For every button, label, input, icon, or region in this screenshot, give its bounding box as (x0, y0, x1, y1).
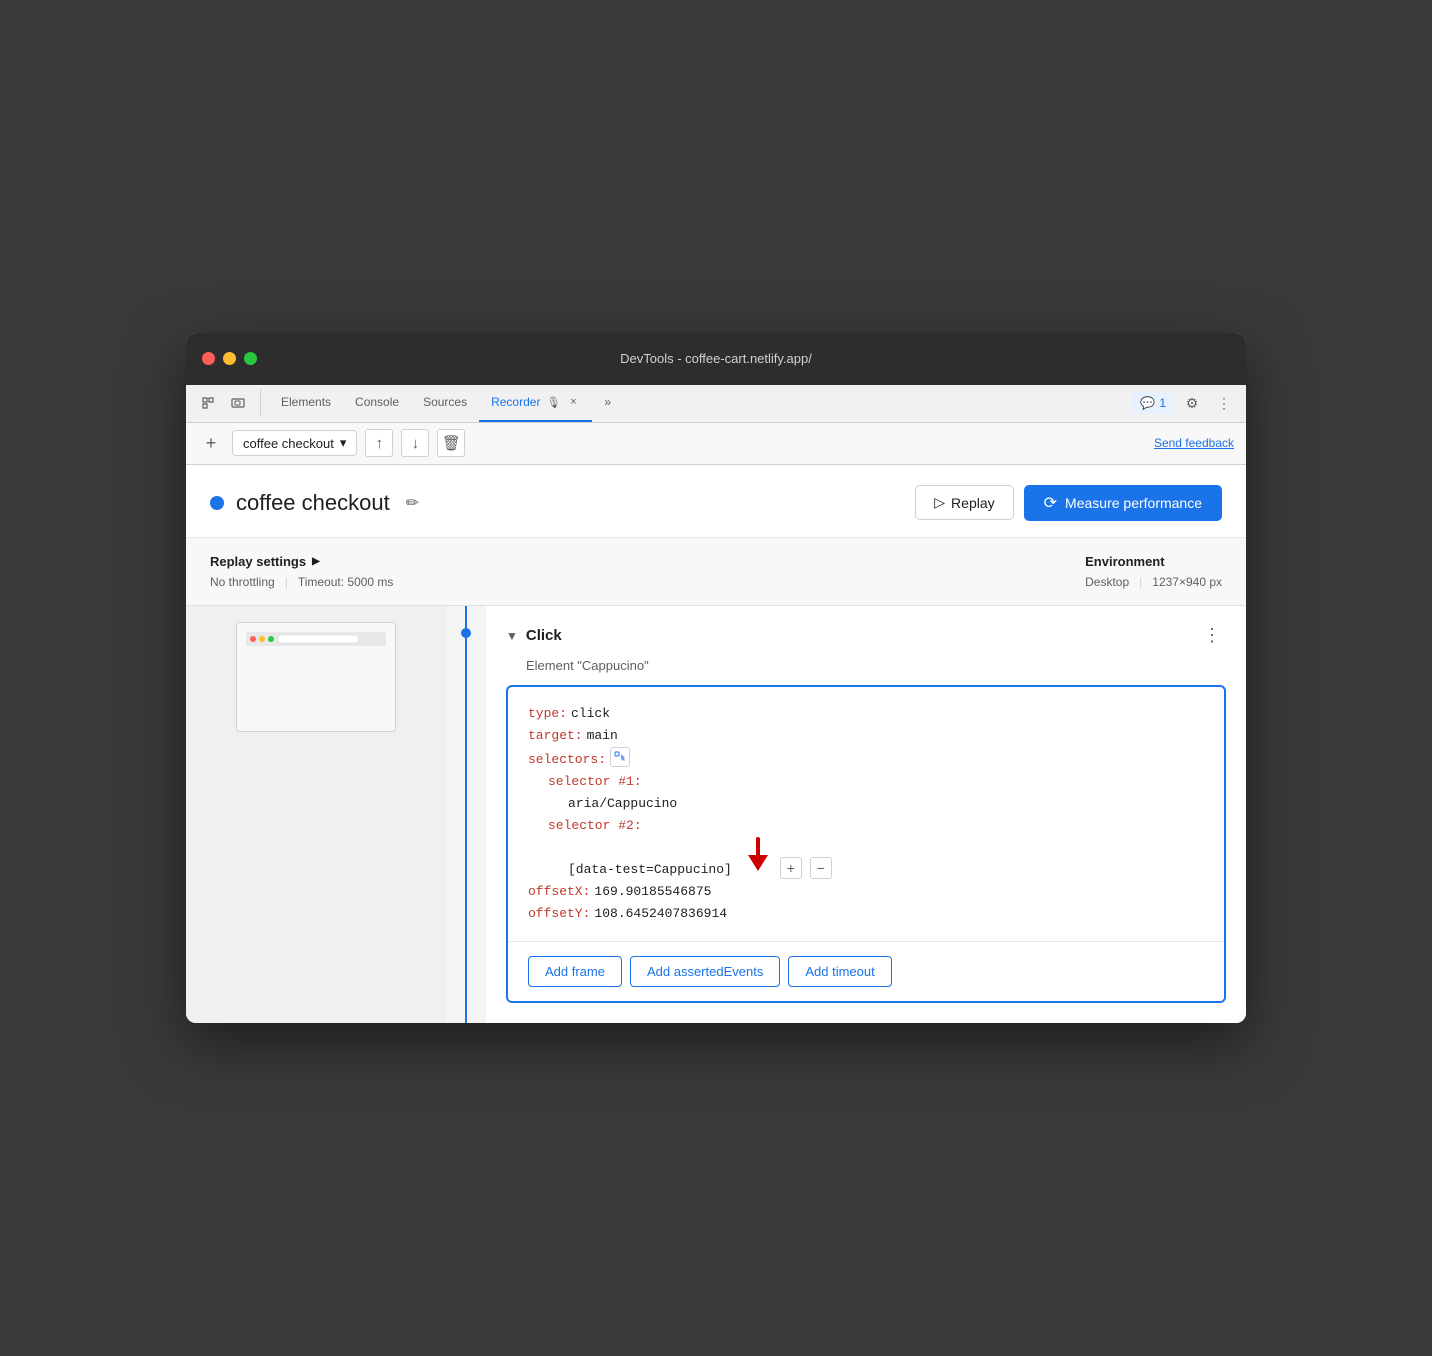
selector-picker-icon[interactable] (610, 747, 630, 767)
step-chevron-icon[interactable]: ▼ (506, 629, 518, 643)
code-offsetY-line: offsetY: 108.6452407836914 (528, 903, 1204, 925)
device-toolbar-icon[interactable] (224, 389, 252, 417)
code-selectors-line: selectors: (528, 747, 1204, 771)
chat-icon: 💬 (1140, 396, 1155, 410)
env-divider: | (1139, 575, 1142, 589)
title-bar: DevTools - coffee-cart.netlify.app/ (186, 333, 1246, 385)
bottom-spacer (506, 1003, 1226, 1023)
dropdown-chevron-icon: ▾ (340, 435, 347, 451)
more-icon-button[interactable]: ⋮ (1210, 389, 1238, 417)
window-title: DevTools - coffee-cart.netlify.app/ (620, 351, 812, 366)
plus-icon: + (206, 433, 217, 454)
more-vertical-icon: ⋮ (1217, 395, 1231, 412)
devtools-window: DevTools - coffee-cart.netlify.app/ Elem… (186, 333, 1246, 1024)
performance-icon: ⟳ (1044, 493, 1057, 513)
tab-console[interactable]: Console (343, 384, 411, 422)
feedback-badge-button[interactable]: 💬 1 (1132, 392, 1174, 414)
gear-icon: ⚙ (1186, 395, 1199, 412)
timeline-dot (461, 628, 471, 638)
add-timeout-button[interactable]: Add timeout (788, 956, 891, 987)
traffic-lights (202, 352, 257, 365)
devtools-tabs: Elements Console Sources Recorder 🎙 × » … (186, 385, 1246, 423)
step-thumbnail (236, 622, 396, 732)
code-selector2-key-line: selector #2: (548, 815, 1204, 837)
code-selector2-val-line: [data-test=Cappucino] + − (568, 837, 1204, 881)
settings-chevron-icon: ▶ (312, 556, 320, 567)
thumbnail-inner (237, 623, 395, 731)
tabs-right-actions: 💬 1 ⚙ ⋮ (1132, 389, 1238, 417)
tab-icon-group (194, 389, 261, 417)
recorder-toolbar: + coffee checkout ▾ ↑ ↓ 🗑 Send feedback (186, 423, 1246, 465)
remove-selector-button[interactable]: − (810, 857, 832, 879)
edit-title-icon[interactable]: ✏ (402, 489, 423, 517)
recorder-icon: 🎙 (546, 396, 560, 409)
settings-icon-button[interactable]: ⚙ (1178, 389, 1206, 417)
import-icon: ↓ (412, 435, 420, 452)
delete-recording-button[interactable]: 🗑 (437, 429, 465, 457)
action-buttons: Add frame Add assertedEvents Add timeout (508, 941, 1224, 1001)
recording-selector[interactable]: coffee checkout ▾ (232, 430, 357, 456)
send-feedback-link[interactable]: Send feedback (1154, 436, 1234, 450)
toolbar-left: + coffee checkout ▾ ↑ ↓ 🗑 (198, 429, 1154, 457)
environment-info: Desktop | 1237×940 px (1085, 575, 1222, 589)
export-icon: ↑ (376, 435, 384, 452)
step-more-button[interactable]: ⋮ (1198, 622, 1226, 650)
timeline-line (465, 606, 467, 1024)
recording-dot (210, 496, 224, 510)
main-header: coffee checkout ✏ ▷ Replay ⟳ Measure per… (186, 465, 1246, 538)
tab-more[interactable]: » (592, 384, 623, 422)
code-selector1-val-line: aria/Cappucino (568, 793, 1204, 815)
code-selector1-key-line: selector #1: (548, 771, 1204, 793)
maximize-button[interactable] (244, 352, 257, 365)
measure-performance-button[interactable]: ⟳ Measure performance (1024, 485, 1222, 521)
code-panel: type: click target: main selectors: (506, 685, 1226, 1004)
settings-right: Environment Desktop | 1237×940 px (1085, 554, 1222, 589)
recording-title: coffee checkout (236, 490, 390, 516)
step-header: ▼ Click ⋮ (506, 622, 1226, 650)
inspector-icon[interactable] (194, 389, 222, 417)
thumbnail-panel (186, 606, 446, 1024)
step-area: ▼ Click ⋮ Element "Cappucino" type: clic… (486, 606, 1246, 1024)
settings-info: No throttling | Timeout: 5000 ms (210, 575, 393, 589)
step-element-label: Element "Cappucino" (526, 658, 1226, 673)
import-button[interactable]: ↓ (401, 429, 429, 457)
step-type-label: Click (526, 627, 562, 644)
tab-list: Elements Console Sources Recorder 🎙 × » (269, 384, 1132, 422)
minimize-button[interactable] (223, 352, 236, 365)
settings-left: Replay settings ▶ No throttling | Timeou… (210, 554, 393, 589)
content-area: ▼ Click ⋮ Element "Cappucino" type: clic… (186, 606, 1246, 1024)
recording-title-area: coffee checkout ✏ (210, 489, 423, 517)
add-asserted-events-button[interactable]: Add assertedEvents (630, 956, 780, 987)
trash-icon: 🗑 (442, 434, 461, 452)
settings-divider: | (285, 575, 288, 589)
play-icon: ▷ (934, 494, 945, 511)
code-content: type: click target: main selectors: (508, 687, 1224, 942)
code-type-line: type: click (528, 703, 1204, 725)
step-title-row: ▼ Click (506, 627, 562, 644)
add-frame-button[interactable]: Add frame (528, 956, 622, 987)
recorder-tab-close[interactable]: × (566, 395, 580, 409)
export-button[interactable]: ↑ (365, 429, 393, 457)
timeline-column (446, 606, 486, 1024)
tab-sources[interactable]: Sources (411, 384, 479, 422)
add-selector-button[interactable]: + (780, 857, 802, 879)
code-target-line: target: main (528, 725, 1204, 747)
code-offsetX-line: offsetX: 169.90185546875 (528, 881, 1204, 903)
more-dots-icon: ⋮ (1203, 625, 1221, 646)
close-button[interactable] (202, 352, 215, 365)
replay-button[interactable]: ▷ Replay (915, 485, 1013, 520)
tab-elements[interactable]: Elements (269, 384, 343, 422)
arrow-down-icon (744, 837, 772, 873)
settings-panel: Replay settings ▶ No throttling | Timeou… (186, 538, 1246, 606)
add-recording-button[interactable]: + (198, 430, 224, 456)
tab-recorder[interactable]: Recorder 🎙 × (479, 384, 592, 422)
environment-title: Environment (1085, 554, 1222, 569)
replay-settings-title[interactable]: Replay settings ▶ (210, 554, 393, 569)
header-actions: ▷ Replay ⟳ Measure performance (915, 485, 1222, 521)
